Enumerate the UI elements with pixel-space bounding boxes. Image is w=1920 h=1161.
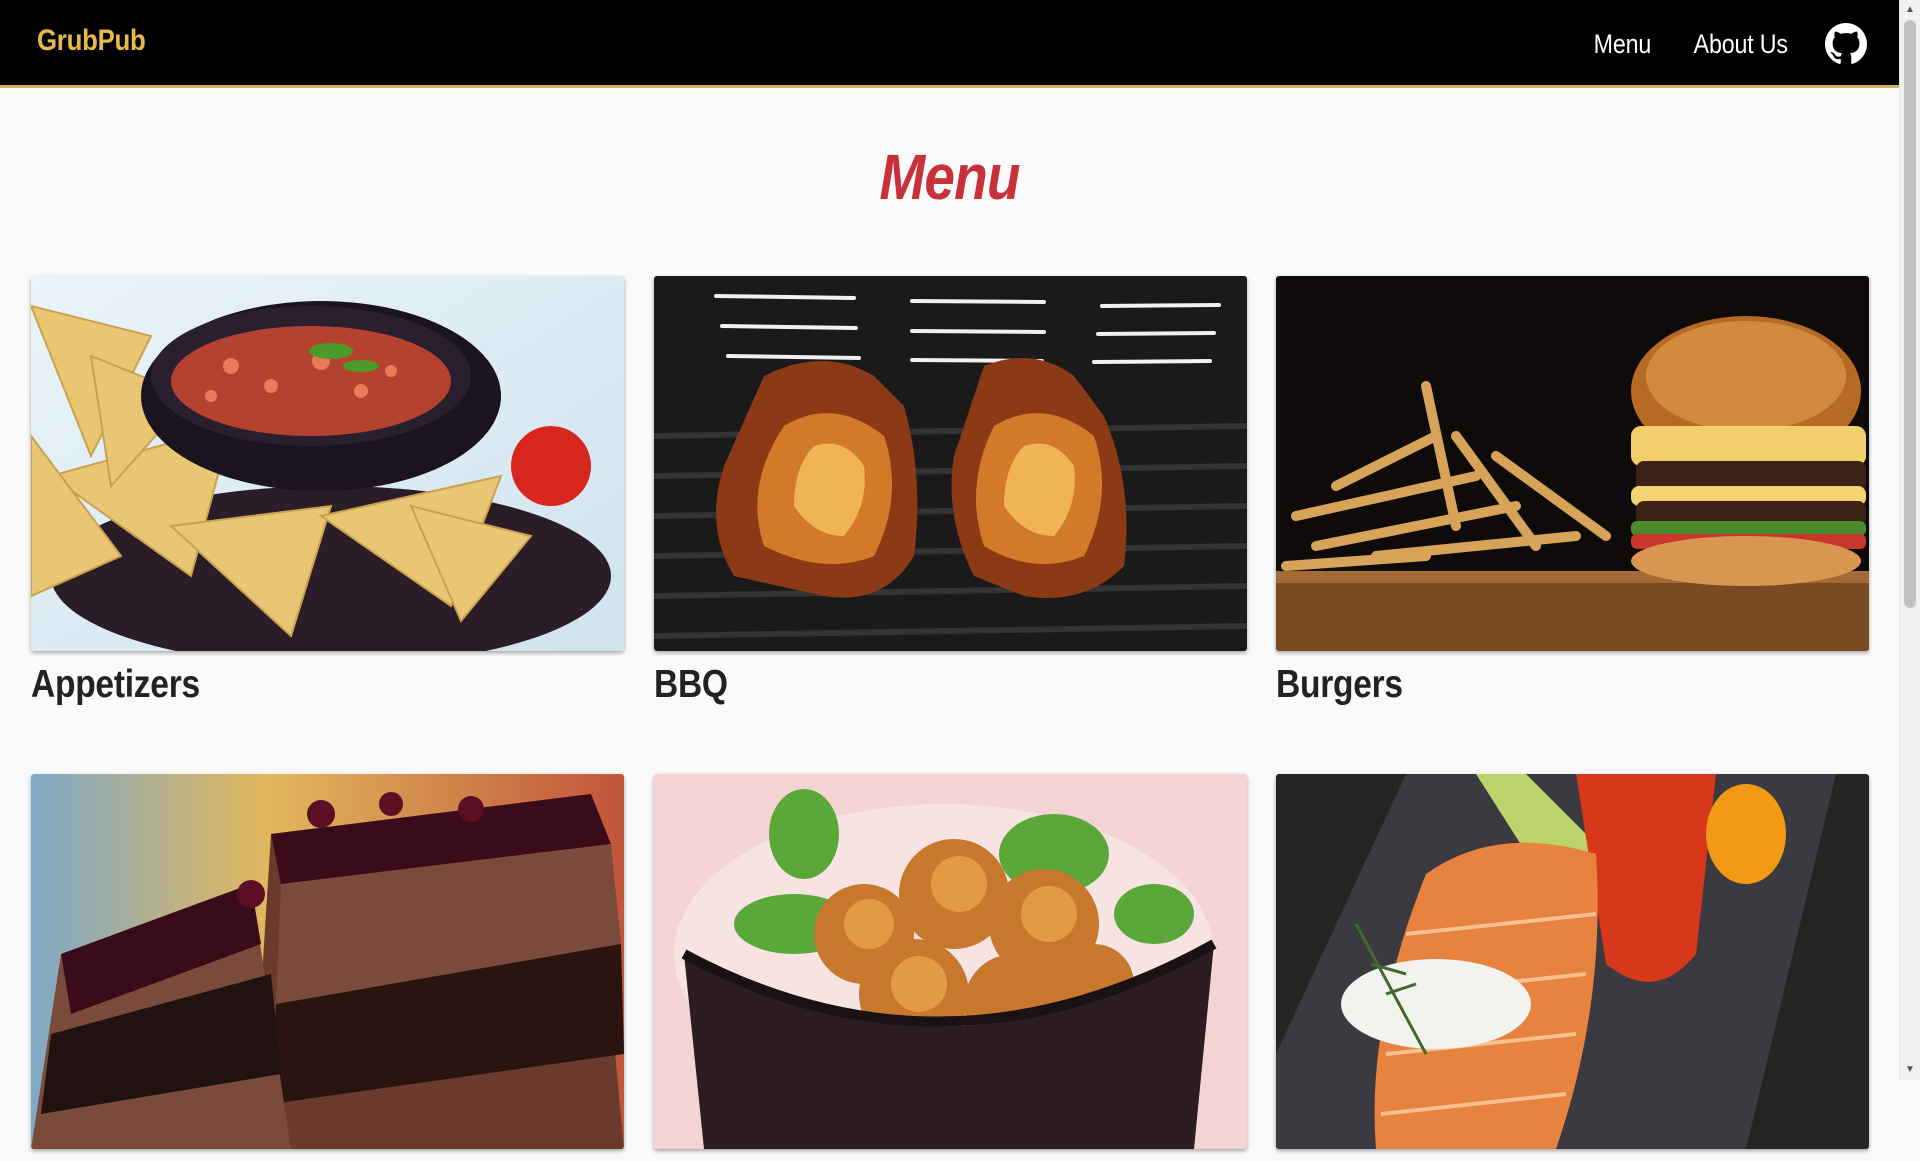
category-card-seafood[interactable] <box>1276 774 1869 1161</box>
chicken-image <box>654 774 1247 1149</box>
category-card-chicken[interactable] <box>654 774 1247 1161</box>
category-label: Burgers <box>1276 663 1403 706</box>
dessert-image <box>31 774 624 1149</box>
category-label: Appetizers <box>31 663 200 706</box>
scrollbar-thumb[interactable] <box>1904 20 1916 608</box>
navbar: GrubPub Menu About Us <box>0 0 1899 88</box>
category-card-burgers[interactable]: Burgers <box>1276 276 1869 707</box>
vertical-scrollbar[interactable]: ▲ ▼ <box>1899 0 1920 1080</box>
github-icon[interactable] <box>1825 23 1867 65</box>
category-card-bbq[interactable]: BBQ <box>654 276 1247 707</box>
nav-link-about-us[interactable]: About Us <box>1693 29 1787 60</box>
nav-links: Menu About Us <box>1589 20 1867 68</box>
scroll-down-icon[interactable]: ▼ <box>1900 1062 1920 1078</box>
burgers-image <box>1276 276 1869 651</box>
bbq-image <box>654 276 1247 651</box>
category-card-dessert[interactable] <box>31 774 624 1161</box>
scroll-up-icon[interactable]: ▲ <box>1900 2 1920 18</box>
category-card-appetizers[interactable]: Appetizers <box>31 276 624 707</box>
nav-link-menu[interactable]: Menu <box>1593 29 1651 60</box>
category-label: BBQ <box>654 663 728 706</box>
seafood-image <box>1276 774 1869 1149</box>
brand-logo[interactable]: GrubPub <box>37 24 146 58</box>
appetizers-image <box>31 276 624 651</box>
page-title: Menu <box>879 141 1020 213</box>
